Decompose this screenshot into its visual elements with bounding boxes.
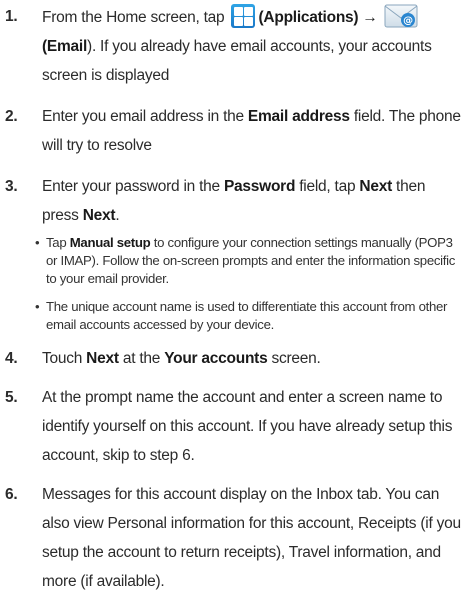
step-text: At the prompt name the account and enter…	[42, 389, 453, 464]
step-2: 2. Enter you email address in the Email …	[0, 102, 473, 160]
arrow-icon: →	[362, 9, 378, 26]
step-5: 5. At the prompt name the account and en…	[0, 383, 473, 470]
email-label: Email	[46, 38, 88, 55]
step-text: .	[115, 207, 120, 224]
email-address-field-label: Email address	[247, 108, 350, 125]
manual-setup-label: Manual setup	[69, 235, 151, 250]
step-text: Enter your password in the	[42, 178, 224, 195]
step-number: 1.	[5, 8, 18, 25]
step-1: 1. From the Home screen, tap (Applicatio…	[0, 2, 473, 90]
bullet-item: Tap Manual setup to configure your conne…	[35, 234, 463, 288]
next-label: Next	[82, 207, 116, 224]
step-3: 3. Enter your password in the Password f…	[0, 172, 473, 230]
password-field-label: Password	[223, 178, 296, 195]
applications-label: Applications	[263, 9, 354, 26]
bullet-text: The unique account name is used to diffe…	[46, 299, 448, 332]
bullet-text: Tap	[46, 235, 70, 250]
step-text: ). If you already have email accounts, y…	[42, 38, 432, 84]
step-text: Touch	[42, 350, 87, 367]
step-text: field, tap	[295, 178, 360, 195]
bullet-item: The unique account name is used to diffe…	[35, 298, 463, 334]
step-3-bullets: Tap Manual setup to configure your conne…	[0, 234, 473, 334]
step-number: 2.	[5, 108, 18, 125]
step-number: 5.	[5, 389, 18, 406]
step-text: screen.	[267, 350, 321, 367]
step-text: at the	[118, 350, 165, 367]
step-text: Messages for this account display on the…	[42, 486, 461, 590]
step-number: 4.	[5, 350, 18, 367]
next-label: Next	[359, 178, 392, 195]
email-envelope-icon: @	[384, 4, 418, 28]
step-4: 4. Touch Next at the Your accounts scree…	[0, 344, 473, 373]
applications-grid-icon	[231, 4, 256, 28]
svg-text:@: @	[403, 16, 413, 27]
step-number: 6.	[5, 486, 18, 503]
paren: )	[353, 9, 359, 26]
step-text: Enter you email address in the	[42, 108, 248, 125]
instruction-page: 1. From the Home screen, tap (Applicatio…	[0, 0, 473, 609]
step-number: 3.	[5, 178, 18, 195]
step-text: From the Home screen, tap	[42, 9, 225, 26]
next-label: Next	[86, 350, 119, 367]
your-accounts-label: Your accounts	[164, 350, 268, 367]
step-6: 6. Messages for this account display on …	[0, 480, 473, 596]
